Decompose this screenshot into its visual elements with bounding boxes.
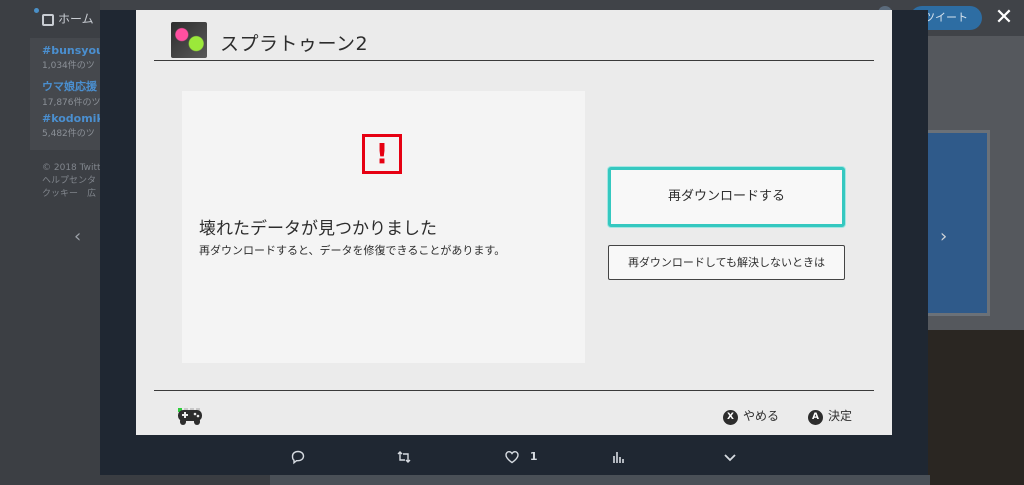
reply-icon [291, 450, 305, 464]
divider [154, 60, 874, 61]
confirm-hint[interactable]: A 決定 [808, 407, 852, 425]
footer-line[interactable]: © 2018 Twitte [42, 162, 106, 175]
background-screen-image [922, 130, 990, 316]
tweet-action-bar: 1 [100, 436, 928, 475]
close-icon[interactable]: ✕ [992, 6, 1016, 30]
reply-button[interactable] [290, 446, 306, 466]
analytics-icon [613, 451, 624, 463]
background-photo [928, 330, 1024, 485]
background-footer: © 2018 Twitte ヘルプセンタ クッキー 広 [42, 162, 106, 201]
next-arrow-icon[interactable]: › [940, 226, 947, 247]
cancel-label: やめる [743, 409, 780, 423]
trend-tag: ウマ娘応援 [42, 80, 97, 93]
game-icon [171, 22, 207, 58]
retweet-icon [397, 450, 411, 463]
switch-error-screen: スプラトゥーン2 ! 壊れたデータが見つかりました 再ダウンロードすると、データ… [136, 10, 892, 435]
footer-line[interactable]: ヘルプセンタ [42, 175, 106, 188]
cancel-hint[interactable]: X やめる [723, 407, 779, 425]
error-description: 再ダウンロードすると、データを修復できることがあります。 [199, 244, 506, 257]
home-icon [42, 14, 54, 26]
like-count: 1 [529, 450, 538, 463]
home-label: ホーム [58, 12, 94, 26]
warning-icon: ! [362, 134, 402, 174]
trend-item[interactable]: ウマ娘応援 17,876件のツ [42, 78, 101, 108]
error-panel: ! 壊れたデータが見つかりました 再ダウンロードすると、データを修復できることが… [182, 91, 585, 363]
confirm-label: 決定 [828, 409, 853, 423]
controller-icon [178, 410, 202, 425]
like-button[interactable]: 1 [504, 446, 537, 466]
redownload-button[interactable]: 再ダウンロードする [608, 167, 845, 227]
error-title: 壊れたデータが見つかりました [199, 219, 437, 239]
game-title: スプラトゥーン2 [220, 33, 369, 55]
divider [154, 390, 874, 391]
analytics-button[interactable] [610, 446, 626, 466]
like-icon [505, 450, 519, 463]
more-button[interactable] [722, 446, 738, 466]
retweet-button[interactable] [396, 446, 412, 466]
home-nav[interactable]: ホーム [42, 10, 94, 27]
background-bottom-photo [270, 475, 930, 485]
chevron-down-icon [724, 453, 736, 461]
a-button-icon: A [808, 410, 823, 425]
previous-arrow-icon[interactable]: ‹ [74, 226, 81, 247]
x-button-icon: X [723, 410, 738, 425]
trend-count: 17,876件のツ [42, 98, 101, 108]
notification-dot [34, 8, 39, 13]
troubleshoot-button[interactable]: 再ダウンロードしても解決しないときは [608, 245, 845, 280]
footer-line[interactable]: クッキー 広 [42, 188, 106, 201]
